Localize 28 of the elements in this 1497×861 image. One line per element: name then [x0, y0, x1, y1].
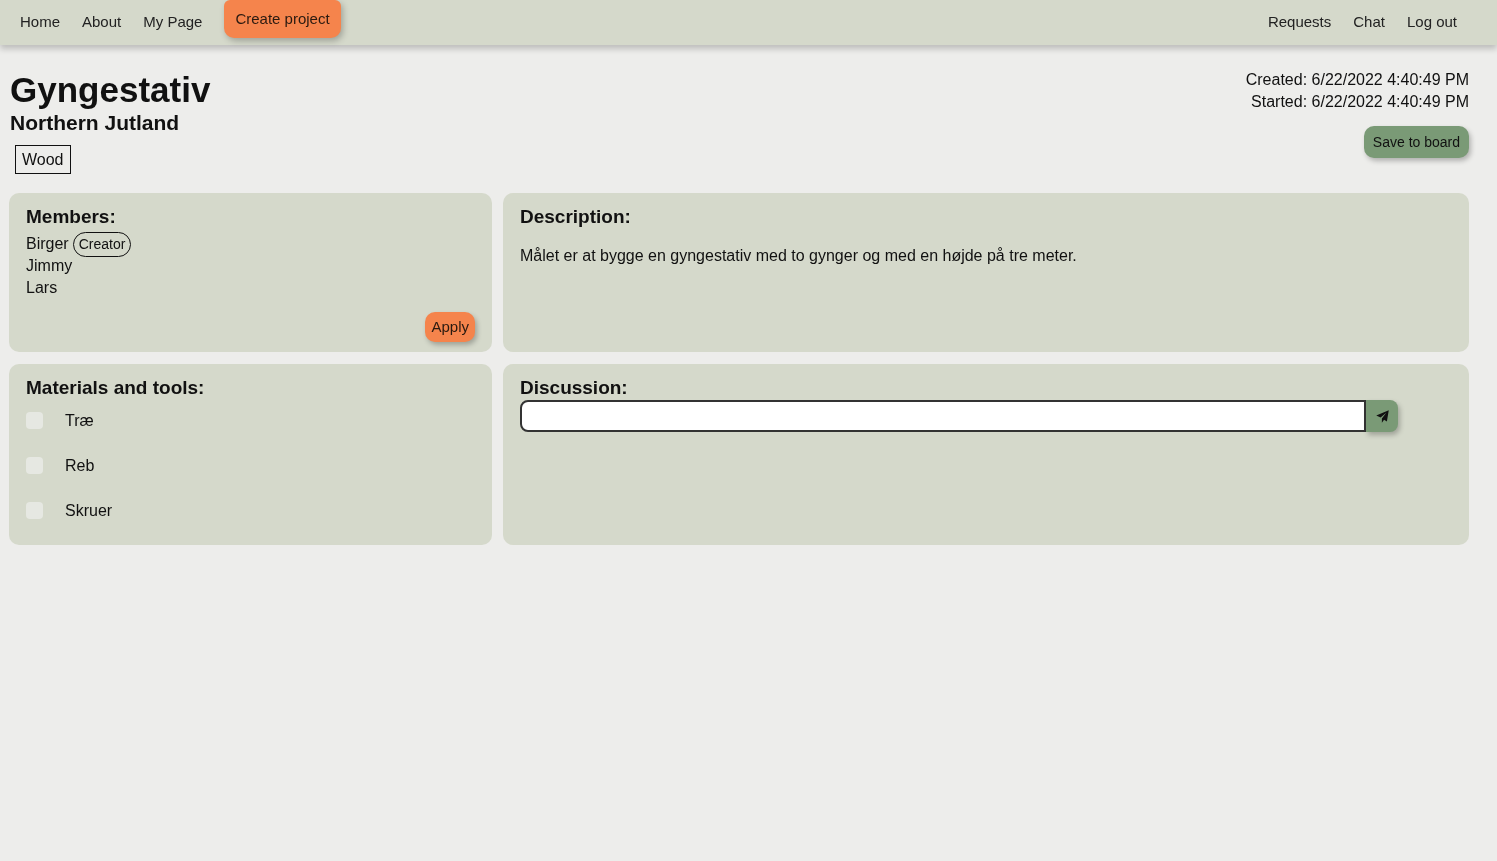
message-input[interactable]: [520, 400, 1366, 432]
project-region: Northern Jutland: [10, 111, 180, 135]
nav-link[interactable]: Chat: [1353, 11, 1385, 34]
discussion-heading: Discussion:: [520, 376, 629, 400]
member-name: Birger: [26, 234, 69, 254]
send-icon: [1374, 408, 1390, 424]
nav-link[interactable]: About: [82, 11, 122, 34]
nav-link[interactable]: Requests: [1267, 11, 1332, 34]
member-name: Lars: [26, 278, 58, 298]
material-label: Skruer: [65, 500, 113, 521]
nav-link[interactable]: Home: [20, 11, 60, 34]
project-title: Gyngestativ: [10, 69, 211, 111]
description-text: Målet er at bygge en gyngestativ med to gynger og med en højde på tre meter.: [520, 246, 1078, 266]
tag: Wood: [15, 145, 71, 174]
create-project-button[interactable]: Create project: [224, 0, 341, 38]
materials-heading: Materials and tools:: [26, 376, 206, 400]
nav-link[interactable]: My Page: [143, 11, 203, 34]
material-label: Træ: [65, 410, 94, 431]
members-heading: Members:: [26, 205, 116, 229]
nav-link[interactable]: Log out: [1406, 11, 1457, 34]
apply-button[interactable]: Apply: [425, 312, 475, 342]
started-date: Started: 6/22/2022 4:40:49 PM: [1251, 92, 1469, 112]
member-name: Jimmy: [26, 256, 73, 276]
material-label: Reb: [65, 455, 95, 476]
created-date: Created: 6/22/2022 4:40:49 PM: [1245, 70, 1469, 90]
description-heading: Description:: [520, 205, 632, 229]
save-to-board-button[interactable]: Save to board: [1363, 126, 1469, 158]
send-button[interactable]: [1366, 400, 1398, 432]
